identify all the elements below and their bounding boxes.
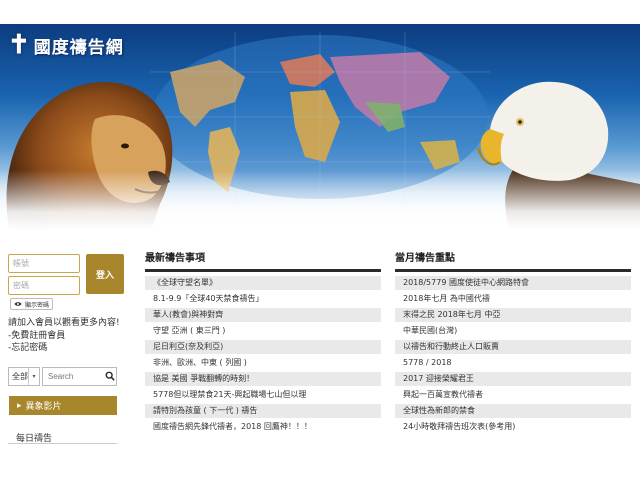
list-item[interactable]: 24小時敬拜禱告班次表(參考用) bbox=[395, 420, 631, 434]
latest-prayer-list: 《全球守望名單》 8.1-9.9「全球40天禁食禱告」 華人(教會)與神對齊 守… bbox=[145, 276, 381, 434]
list-item[interactable]: 全球性為新郎的禁食 bbox=[395, 404, 631, 418]
latest-prayer-section: 最新禱告事項 《全球守望名單》 8.1-9.9「全球40天禁食禱告」 華人(教會… bbox=[145, 252, 381, 436]
list-item[interactable]: 5778 / 2018 bbox=[395, 356, 631, 370]
search-icon[interactable] bbox=[105, 371, 115, 381]
join-notice: 請加入會員以觀看更多內容! bbox=[8, 318, 120, 328]
list-item[interactable]: 末得之民 2018年七月 中亞 bbox=[395, 308, 631, 322]
eye-icon bbox=[14, 302, 22, 306]
latest-prayer-title: 最新禱告事項 bbox=[145, 253, 205, 264]
cross-icon: ✝ bbox=[8, 30, 30, 60]
list-item[interactable]: 以禱告和行動終止人口販賣 bbox=[395, 340, 631, 354]
monthly-focus-list: 2018/5779 國度使徒中心網路特會 2018年七月 為中國代禱 末得之民 … bbox=[395, 276, 631, 434]
site-name: 國度禱告網 bbox=[33, 37, 124, 58]
list-item[interactable]: 守望 亞洲 ( 東三門 ) bbox=[145, 324, 381, 338]
show-password-toggle[interactable]: 顯示密碼 bbox=[10, 298, 54, 310]
divider bbox=[145, 269, 381, 272]
list-item[interactable]: 8.1-9.9「全球40天禁食禱告」 bbox=[145, 292, 381, 306]
divider bbox=[8, 443, 117, 444]
forgot-password-link[interactable]: -忘記密碼 bbox=[8, 340, 47, 353]
list-item[interactable]: 中華民國(台灣) bbox=[395, 324, 631, 338]
password-field[interactable] bbox=[8, 276, 80, 295]
search-scope-value: 全部 bbox=[12, 372, 28, 381]
list-item[interactable]: 非洲、歐洲、中東 ( 列國 ) bbox=[145, 356, 381, 370]
monthly-focus-title: 當月禱告重點 bbox=[395, 253, 455, 264]
list-item[interactable]: 興起一百萬宣教代禱者 bbox=[395, 388, 631, 402]
site-logo[interactable]: ✝ 國度禱告網 bbox=[8, 32, 124, 58]
divider bbox=[395, 269, 631, 272]
header-banner: ✝ 國度禱告網 bbox=[0, 24, 640, 230]
list-item[interactable]: 協是 美國 爭戰翻轉的時刻！ bbox=[145, 372, 381, 386]
list-item[interactable]: 請特別為孩童 ( 下一代 ) 禱告 bbox=[145, 404, 381, 418]
top-strip bbox=[0, 0, 640, 24]
banner-fade bbox=[0, 170, 640, 230]
play-icon: ▸ bbox=[17, 400, 22, 411]
list-item[interactable]: 尼日利亞(奈及利亞) bbox=[145, 340, 381, 354]
list-item[interactable]: 國度禱告網先鋒代禱者，2018 回鷹神！！！ bbox=[145, 420, 381, 434]
account-field[interactable] bbox=[8, 254, 80, 273]
list-item[interactable]: 2018年七月 為中國代禱 bbox=[395, 292, 631, 306]
vision-video-label: 異象影片 bbox=[25, 402, 62, 412]
chevron-down-icon: ▾ bbox=[28, 368, 39, 385]
list-item[interactable]: 華人(教會)與神對齊 bbox=[145, 308, 381, 322]
login-button[interactable]: 登入 bbox=[86, 254, 124, 294]
list-item[interactable]: 5778但以理禁食21天-興起職場七山但以理 bbox=[145, 388, 381, 402]
list-item[interactable]: 2017 迎接榮耀君王 bbox=[395, 372, 631, 386]
vision-video-button[interactable]: ▸ 異象影片 bbox=[9, 396, 117, 415]
list-item[interactable]: 2018/5779 國度使徒中心網路特會 bbox=[395, 276, 631, 290]
show-password-label: 顯示密碼 bbox=[25, 301, 50, 309]
search-bar: 全部 ▾ bbox=[8, 367, 117, 387]
monthly-focus-section: 當月禱告重點 2018/5779 國度使徒中心網路特會 2018年七月 為中國代… bbox=[395, 252, 631, 436]
list-item[interactable]: 《全球守望名單》 bbox=[145, 276, 381, 290]
search-scope-select[interactable]: 全部 ▾ bbox=[8, 367, 40, 386]
